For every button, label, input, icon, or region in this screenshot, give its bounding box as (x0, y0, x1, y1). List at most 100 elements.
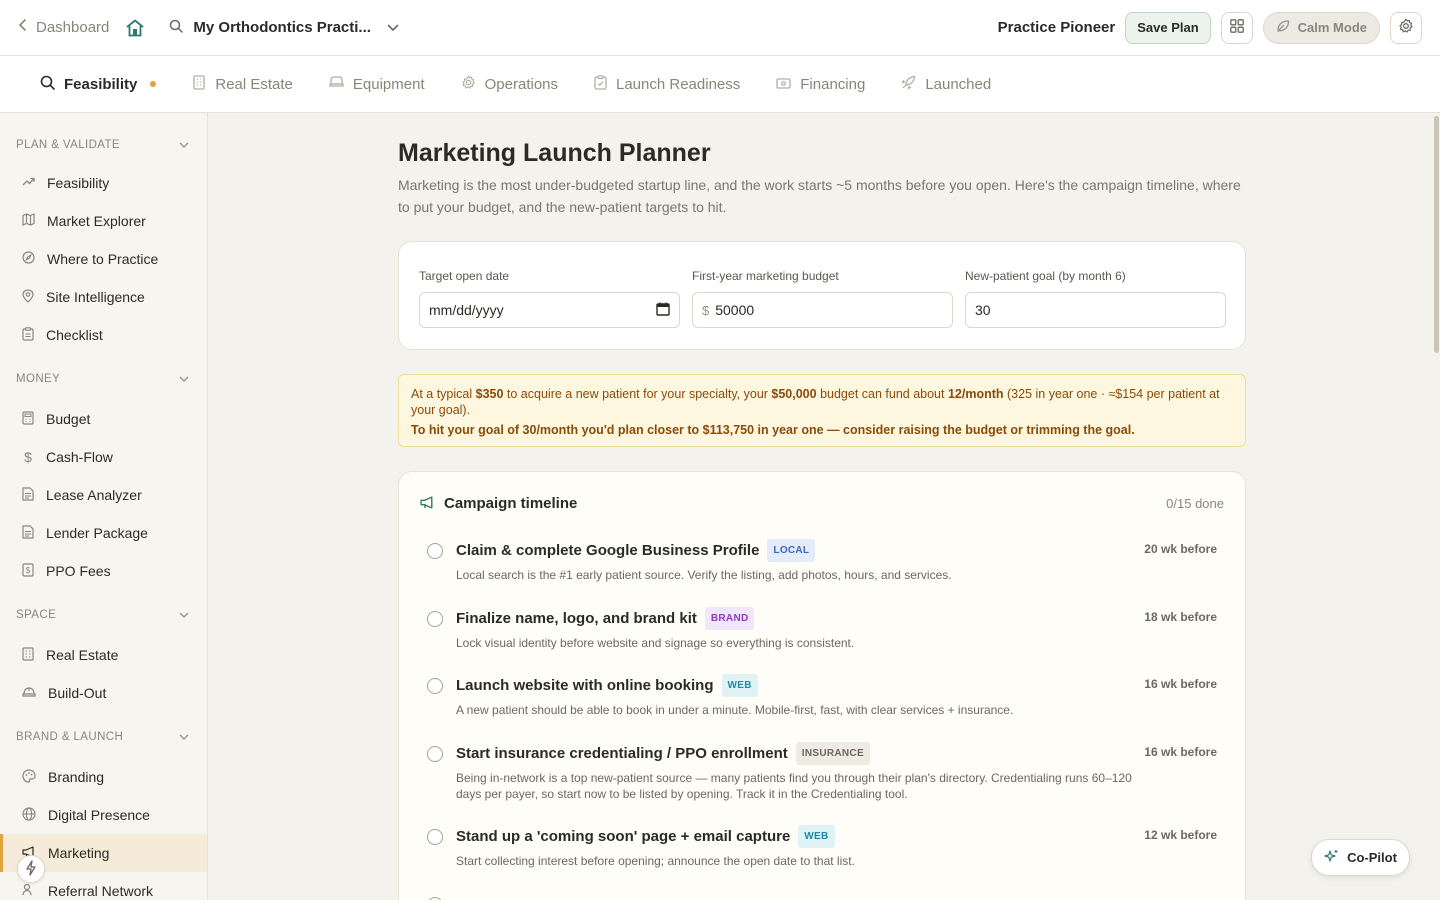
task-checkbox[interactable] (427, 543, 443, 559)
tab-financing[interactable]: Financing (776, 76, 865, 93)
chair-icon (329, 75, 344, 93)
tab-label: Feasibility (64, 75, 138, 93)
chevron-down-icon (179, 731, 189, 743)
task-checkbox[interactable] (427, 746, 443, 762)
tab-feasibility[interactable]: Feasibility (40, 75, 157, 94)
sidebar-item-digital-presence[interactable]: Digital Presence (0, 796, 207, 834)
task-tag: WEB (798, 825, 835, 848)
task-tag: LOCAL (767, 539, 816, 562)
task-description: Start collecting interest before opening… (456, 854, 855, 868)
sidebar-item-label: Lender Package (46, 525, 148, 541)
tab-equipment[interactable]: Equipment (329, 76, 425, 93)
sidebar-section-money[interactable]: MONEY (0, 369, 207, 389)
rocket-icon (901, 75, 916, 94)
chevron-down-icon (179, 609, 189, 621)
tab-label: Real Estate (215, 75, 293, 93)
sidebar-item-label: Lease Analyzer (46, 487, 142, 503)
budget-value: 50000 (715, 302, 755, 318)
back-to-dashboard-link[interactable]: Dashboard (18, 18, 109, 37)
sidebar-item-budget[interactable]: Budget (0, 400, 207, 438)
sidebar-section-plan-validate[interactable]: PLAN & VALIDATE (0, 135, 207, 155)
task-description: Being in-network is a top new-patient so… (456, 771, 1132, 801)
task-title: Launch website with online booking (456, 677, 714, 694)
sidebar-item-label: Budget (46, 411, 91, 427)
quick-actions-button[interactable] (17, 855, 45, 883)
acquisition-cost: $350 (475, 387, 504, 401)
task-tag: BRAND (704, 607, 755, 630)
sidebar-item-branding[interactable]: Branding (0, 758, 207, 796)
tab-label: Launch Readiness (616, 75, 741, 93)
section-title: BRAND & LAUNCH (16, 731, 124, 743)
budget-field-group: First-year marketing budget $ 50000 (692, 269, 953, 328)
sidebar-section-brand-launch[interactable]: BRAND & LAUNCH (0, 727, 207, 747)
budget-amount: $50,000 (771, 387, 817, 401)
sidebar-section-space[interactable]: SPACE (0, 605, 207, 625)
chevron-down-icon (387, 19, 399, 36)
task-checkbox[interactable] (427, 829, 443, 845)
planner-inputs-card: Target open date mm/dd/yyyy First-year m… (398, 241, 1246, 350)
practice-switcher[interactable]: My Orthodontics Practi... (169, 19, 399, 37)
task-checkbox[interactable] (427, 678, 443, 694)
task-checkbox[interactable] (427, 611, 443, 627)
chevron-left-icon (18, 18, 28, 37)
hard-hat-icon (22, 685, 36, 701)
sidebar-item-cash-flow[interactable]: $ Cash-Flow (0, 438, 207, 476)
sidebar-item-lease-analyzer[interactable]: Lease Analyzer (0, 476, 207, 514)
sidebar-item-checklist[interactable]: Checklist (0, 316, 207, 354)
save-plan-button[interactable]: Save Plan (1125, 11, 1211, 44)
chevron-down-icon (179, 139, 189, 151)
sidebar-item-where-to-practice[interactable]: Where to Practice (0, 240, 207, 278)
calendar-icon[interactable] (656, 302, 670, 319)
budget-label: First-year marketing budget (692, 269, 839, 283)
goal-input[interactable]: 30 (965, 292, 1226, 328)
sidebar-item-real-estate[interactable]: Real Estate (0, 636, 207, 674)
task-tag: WEB (721, 674, 758, 697)
chevron-down-icon (179, 373, 189, 385)
document-icon (22, 486, 34, 504)
home-icon[interactable] (125, 18, 145, 38)
budget-input[interactable]: $ 50000 (692, 292, 953, 328)
users-icon (22, 883, 36, 899)
page-title: Marketing Launch Planner (398, 139, 711, 167)
tab-operations[interactable]: Operations (461, 74, 558, 94)
task-timing: 12 wk before (1144, 828, 1217, 842)
timeline-title: Campaign timeline (444, 495, 578, 512)
scrollbar-thumb[interactable] (1434, 116, 1439, 353)
section-title: PLAN & VALIDATE (16, 139, 120, 151)
open-date-input[interactable]: mm/dd/yyyy (419, 292, 680, 328)
map-icon (22, 213, 35, 229)
copilot-button[interactable]: Co-Pilot (1311, 839, 1410, 876)
sidebar-item-label: Cash-Flow (46, 449, 113, 465)
sidebar-item-ppo-fees[interactable]: $ PPO Fees (0, 552, 207, 590)
sidebar-item-feasibility[interactable]: Feasibility (0, 164, 207, 202)
patients-per-month: 12/month (947, 387, 1004, 401)
task-tag: INSURANCE (795, 742, 870, 765)
map-pin-icon (22, 288, 34, 306)
open-date-placeholder: mm/dd/yyyy (429, 302, 504, 318)
tab-launch-readiness[interactable]: Launch Readiness (594, 74, 741, 94)
search-icon (40, 75, 55, 94)
timeline-progress-count: 0/15 done (1166, 496, 1224, 511)
sidebar-item-label: Branding (48, 769, 105, 785)
back-label: Dashboard (36, 19, 110, 36)
trend-up-icon (22, 175, 35, 191)
calm-mode-label: Calm Mode (1297, 20, 1367, 35)
grid-view-button[interactable] (1220, 11, 1253, 44)
sidebar-item-market-explorer[interactable]: Market Explorer (0, 202, 207, 240)
tab-label: Equipment (352, 75, 425, 93)
task-title: Stand up a 'coming soon' page + email ca… (456, 828, 791, 845)
gear-icon (461, 74, 476, 94)
sidebar-item-site-intelligence[interactable]: Site Intelligence (0, 278, 207, 316)
sidebar-item-build-out[interactable]: Build-Out (0, 674, 207, 712)
tab-launched[interactable]: Launched (901, 75, 991, 94)
main-content: Marketing Launch Planner Marketing is th… (209, 113, 1440, 900)
sidebar-item-label: Referral Network (48, 883, 154, 899)
sidebar-item-label: Build-Out (48, 685, 107, 701)
calm-mode-toggle[interactable]: Calm Mode (1262, 11, 1380, 44)
settings-button[interactable] (1390, 11, 1422, 44)
sidebar-item-lender-package[interactable]: Lender Package (0, 514, 207, 552)
tab-real-estate[interactable]: Real Estate (192, 74, 293, 94)
task-title: Claim & complete Google Business Profile (456, 542, 760, 559)
task-timing: 16 wk before (1144, 677, 1217, 691)
megaphone-icon (420, 495, 435, 512)
